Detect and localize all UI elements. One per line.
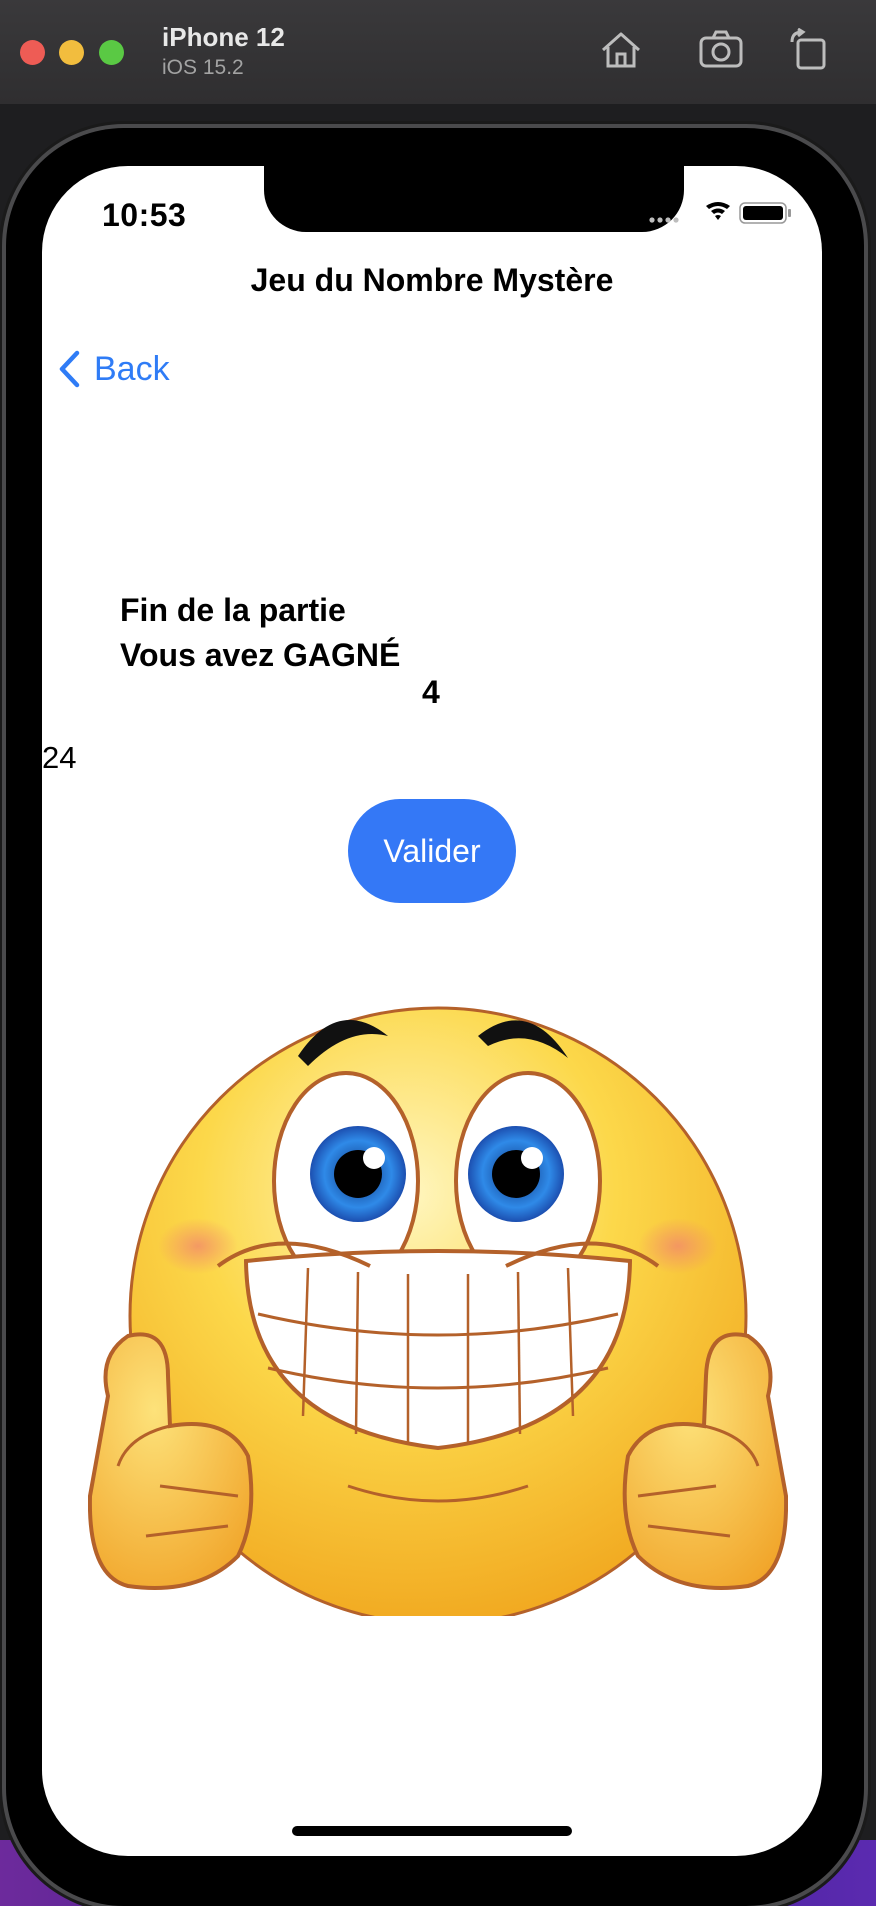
mystery-number: 4 xyxy=(422,674,440,710)
back-label: Back xyxy=(94,349,170,388)
result-line-2: Vous avez GAGNÉ xyxy=(120,637,401,673)
home-indicator[interactable] xyxy=(292,1826,572,1836)
rotate-icon[interactable] xyxy=(786,28,834,72)
status-time: 10:53 xyxy=(102,197,187,233)
device-name: iPhone 12 xyxy=(162,22,285,52)
nav-title: Jeu du Nombre Mystère xyxy=(250,262,614,298)
chevron-left-icon xyxy=(59,350,80,388)
wifi-icon xyxy=(706,202,730,220)
home-icon[interactable] xyxy=(597,28,645,72)
os-version: iOS 15.2 xyxy=(162,56,244,79)
screenshot-icon[interactable] xyxy=(697,28,745,72)
guess-input[interactable]: 24 xyxy=(42,740,76,776)
status-icons xyxy=(649,202,791,224)
result-line-1: Fin de la partie xyxy=(120,592,346,628)
simulator-toolbar: iPhone 12 iOS 15.2 xyxy=(0,0,876,105)
thumbs-up-smiley-image xyxy=(88,1006,788,1616)
validate-button[interactable]: Valider xyxy=(348,799,516,903)
back-button[interactable]: Back xyxy=(58,344,170,394)
notch xyxy=(264,166,684,232)
minimize-window-button[interactable] xyxy=(59,40,84,65)
close-window-button[interactable] xyxy=(20,40,45,65)
signal-icon xyxy=(649,217,679,223)
iphone-screen: 10:53 Jeu du Nombre Mystère Back Fin de … xyxy=(42,166,822,1856)
battery-icon xyxy=(739,202,791,224)
result-message: Fin de la partie Vous avez GAGNÉ xyxy=(120,588,400,678)
zoom-window-button[interactable] xyxy=(99,40,124,65)
